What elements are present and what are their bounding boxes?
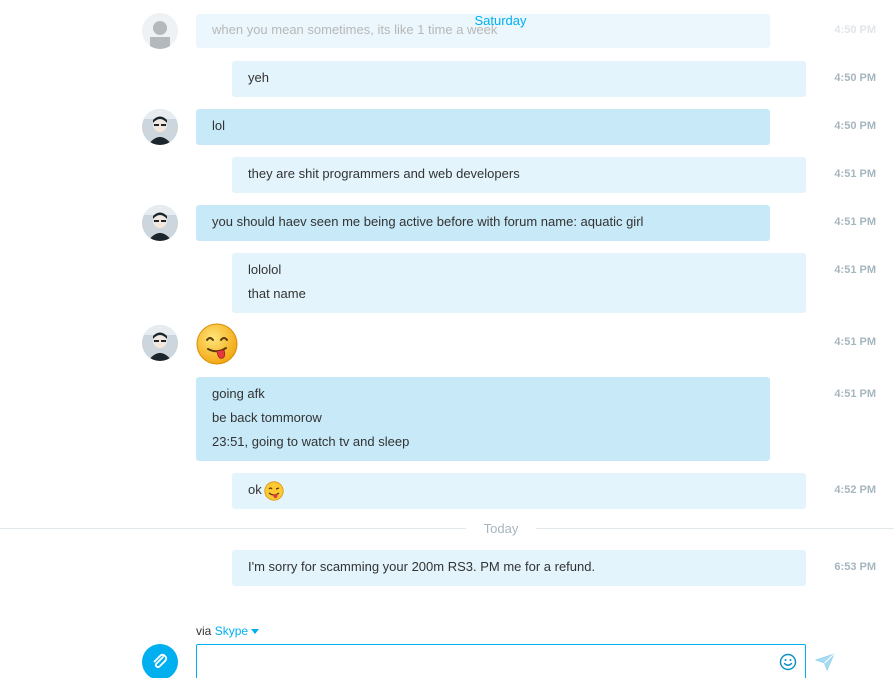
message-bubble-outgoing: I'm sorry for scamming your 200m RS3. PM… xyxy=(232,550,806,586)
winking-tongue-emoji xyxy=(264,480,284,501)
message-bubble-outgoing: they are shit programmers and web develo… xyxy=(232,157,806,193)
message-composer xyxy=(196,644,806,678)
contact-avatar[interactable] xyxy=(142,205,178,241)
message-timestamp: 4:51 PM xyxy=(834,388,876,400)
day-divider-line xyxy=(0,528,894,529)
message-text: be back tommorow xyxy=(212,410,322,425)
message-timestamp: 4:51 PM xyxy=(834,168,876,180)
message-line: ok xyxy=(248,478,790,502)
message-text: I'm sorry for scamming your 200m RS3. PM… xyxy=(248,559,596,574)
via-prefix: via xyxy=(196,624,212,638)
message-timestamp: 4:51 PM xyxy=(834,264,876,276)
message-bubble-incoming: going afk be back tommorow 23:51, going … xyxy=(196,377,770,461)
message-bubble-incoming: you should haev seen me being active bef… xyxy=(196,205,770,241)
message-timestamp: 4:52 PM xyxy=(834,484,876,496)
message-timestamp: 4:51 PM xyxy=(834,336,876,348)
service-name: Skype xyxy=(214,624,249,638)
message-text: 23:51, going to watch tv and sleep xyxy=(212,434,410,449)
message-bubble-outgoing: ok xyxy=(232,473,806,509)
emoticon-button[interactable] xyxy=(778,652,798,672)
message-text: that name xyxy=(248,286,306,301)
message-text: yeh xyxy=(248,70,269,85)
message-timestamp: 6:53 PM xyxy=(834,561,876,573)
paperclip-icon xyxy=(153,653,168,669)
message-bubble-outgoing: yeh xyxy=(232,61,806,97)
message-text: they are shit programmers and web develo… xyxy=(248,166,520,181)
service-dropdown[interactable]: Skype xyxy=(214,624,260,638)
message-text: ok xyxy=(248,482,262,497)
attach-file-button[interactable] xyxy=(142,644,178,678)
tongue-out-face-emoji xyxy=(196,323,238,365)
message-bubble-outgoing: lololol that name xyxy=(232,253,806,313)
chevron-down-icon xyxy=(251,629,260,635)
send-icon xyxy=(814,653,835,672)
smiley-icon xyxy=(779,653,797,671)
send-via-selector: via Skype xyxy=(196,624,260,638)
day-label-saturday: Saturday xyxy=(474,13,527,28)
message-input[interactable] xyxy=(205,651,775,677)
message-bubble-incoming: lol xyxy=(196,109,770,145)
message-text: you should haev seen me being active bef… xyxy=(212,214,644,229)
message-timestamp: 4:50 PM xyxy=(834,120,876,132)
message-timestamp: 4:51 PM xyxy=(834,216,876,228)
message-timestamp: 4:50 PM xyxy=(834,72,876,84)
message-text: lololol xyxy=(248,262,282,277)
contact-avatar[interactable] xyxy=(142,325,178,361)
message-text: lol xyxy=(212,118,226,133)
message-text: going afk xyxy=(212,386,265,401)
day-label-today: Today xyxy=(466,521,536,536)
send-button[interactable] xyxy=(814,652,836,672)
contact-avatar[interactable] xyxy=(142,109,178,145)
